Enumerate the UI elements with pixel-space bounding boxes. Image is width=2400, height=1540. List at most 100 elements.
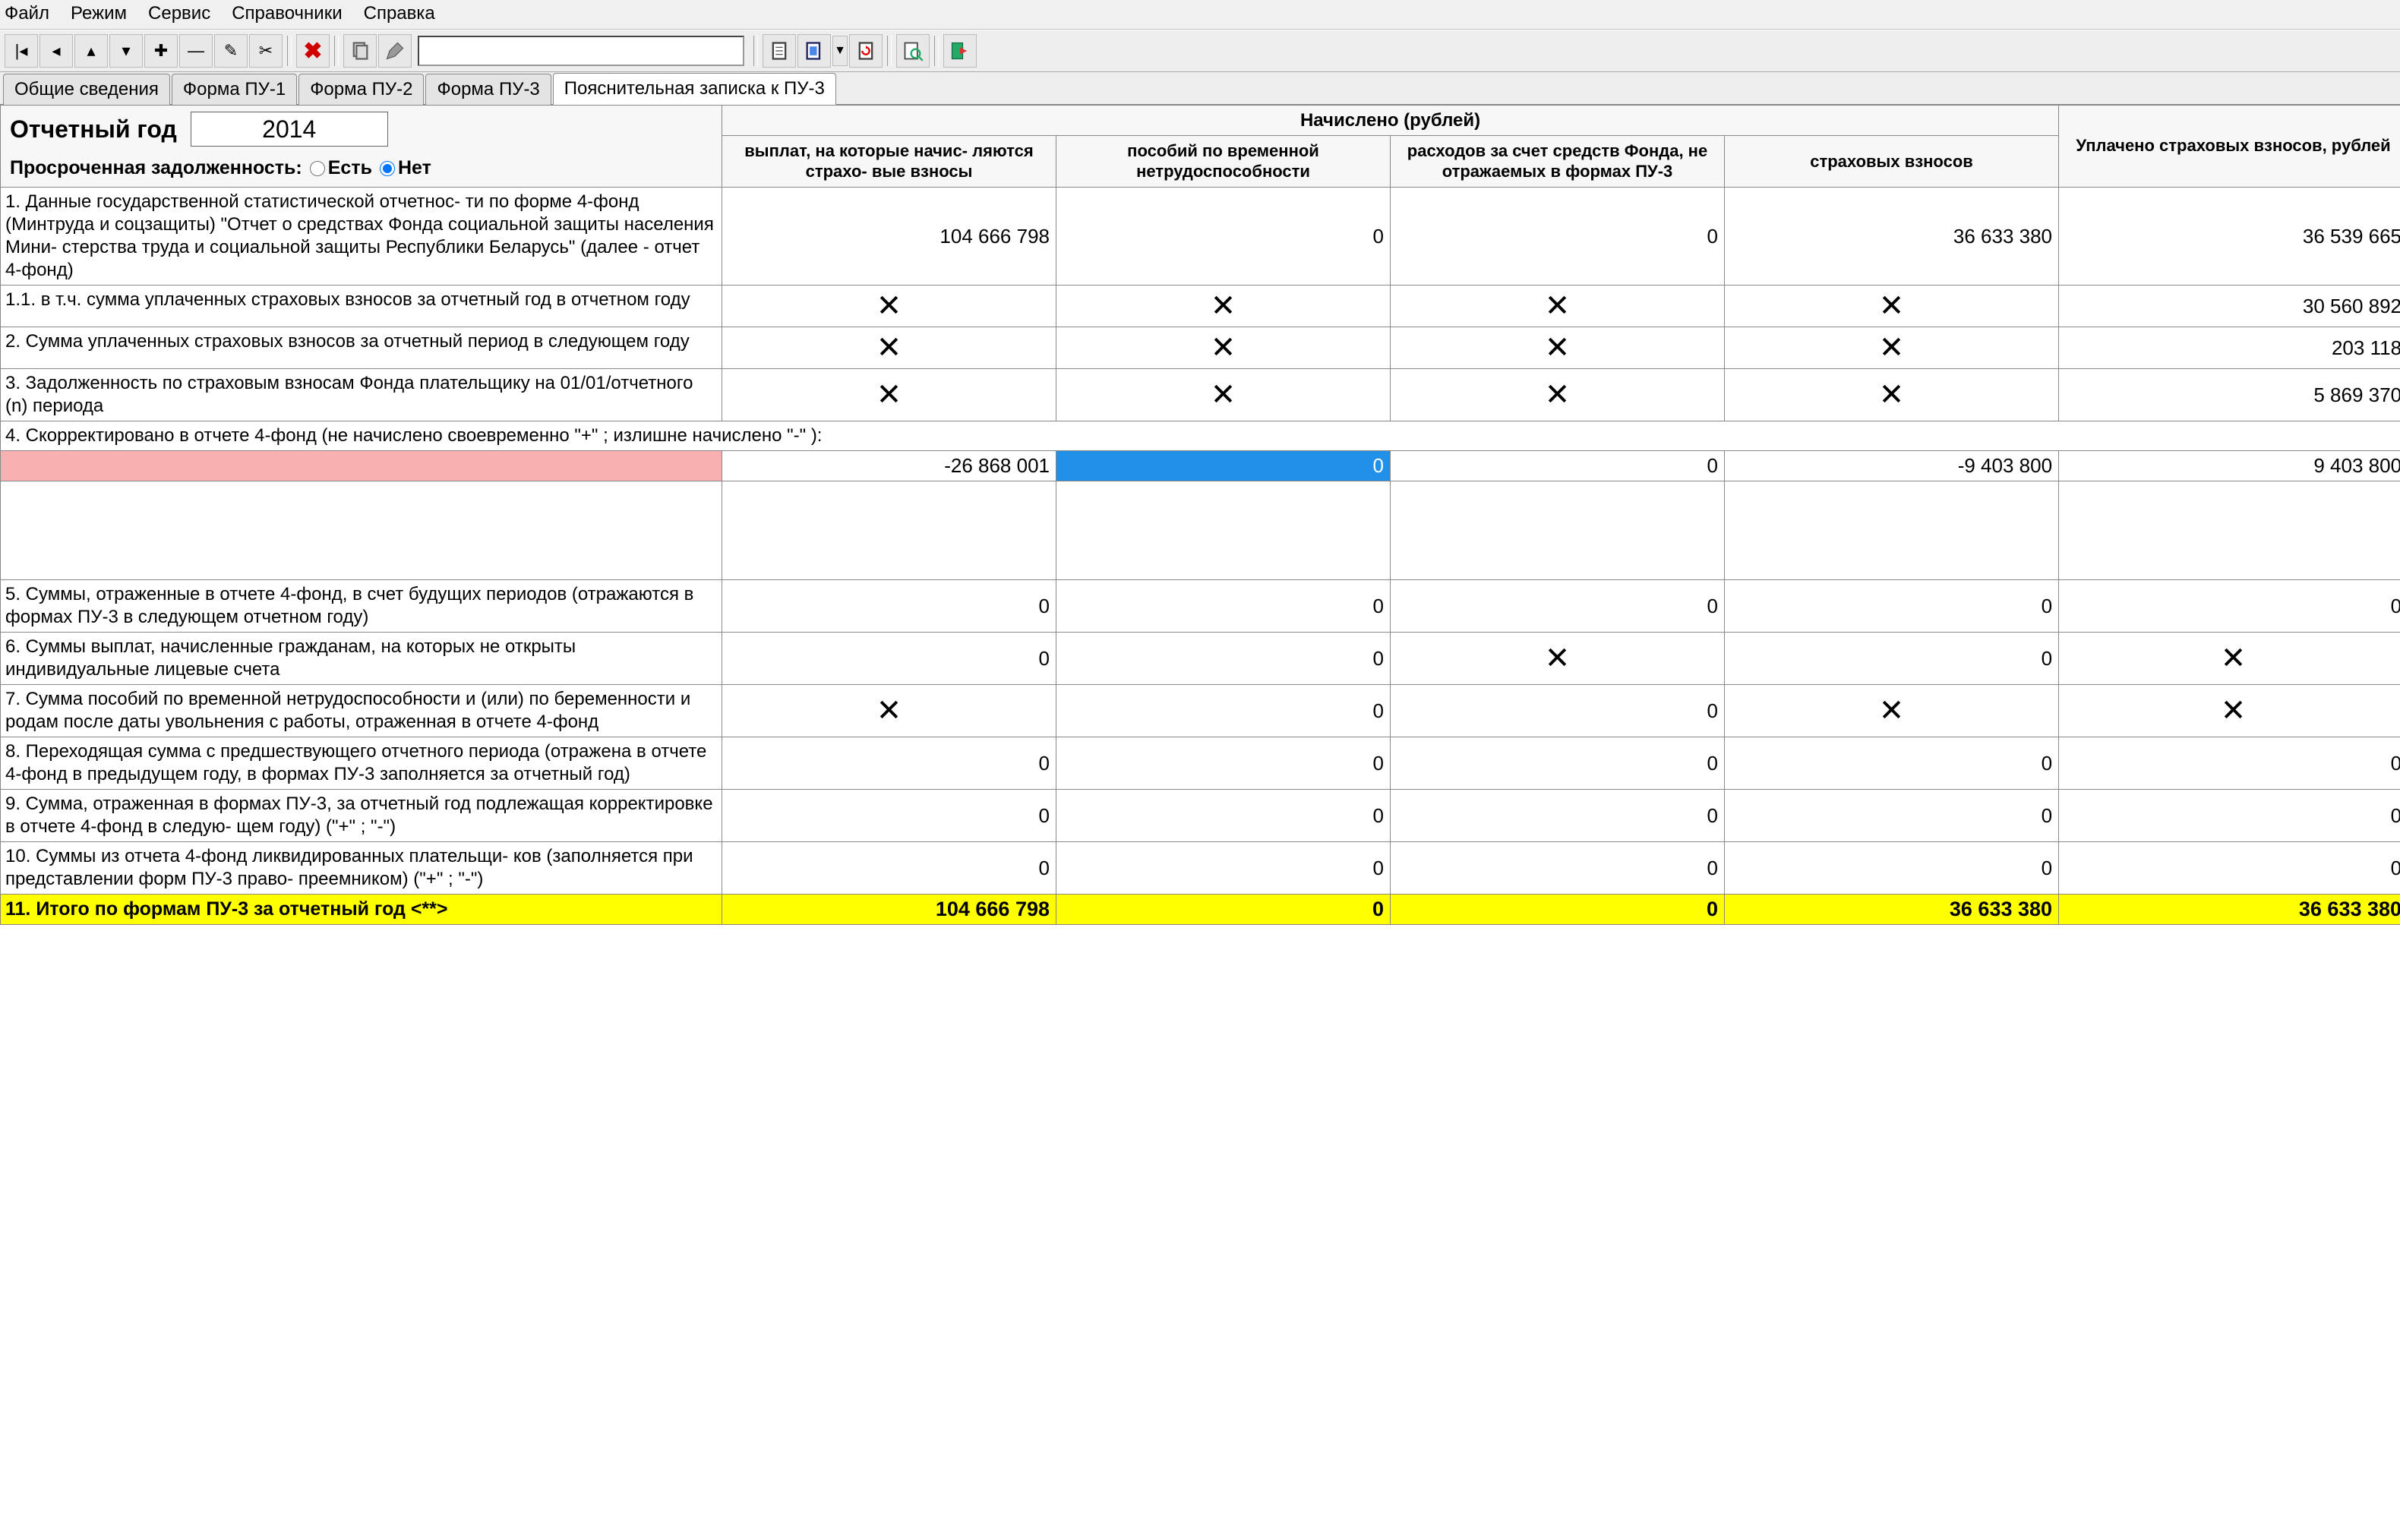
header-accrued: Начислено (рублей) xyxy=(722,106,2059,136)
cell-disabled: ✕ xyxy=(1725,327,2059,369)
cell[interactable]: 0 xyxy=(1391,188,1725,286)
cell[interactable]: 0 xyxy=(2059,790,2400,842)
tab-pu2[interactable]: Форма ПУ-2 xyxy=(298,74,424,105)
menu-dict[interactable]: Справочники xyxy=(232,3,342,24)
year-input[interactable] xyxy=(191,112,388,147)
cell-active[interactable]: 0 xyxy=(1056,451,1391,481)
cell-disabled: ✕ xyxy=(1391,633,1725,685)
cell[interactable]: 0 xyxy=(722,842,1056,895)
tab-general[interactable]: Общие сведения xyxy=(3,74,170,105)
cell[interactable]: 104 666 798 xyxy=(722,188,1056,286)
nav-down-icon[interactable]: ▾ xyxy=(109,34,143,68)
header-c3: расходов за счет средств Фонда, не отраж… xyxy=(1391,136,1725,188)
refresh-icon[interactable] xyxy=(849,34,883,68)
cell[interactable]: 0 xyxy=(1056,580,1391,633)
toolbar-separator xyxy=(753,36,758,66)
row-desc: 8. Переходящая сумма с предшествующего о… xyxy=(1,737,722,790)
menu-help[interactable]: Справка xyxy=(364,3,435,24)
cell[interactable]: 0 xyxy=(1056,685,1391,737)
add-icon[interactable]: ✚ xyxy=(144,34,178,68)
remove-icon[interactable]: — xyxy=(179,34,213,68)
cell[interactable]: 0 xyxy=(1391,451,1725,481)
overdue-no[interactable]: Нет xyxy=(380,157,431,179)
delete-icon[interactable]: ✖ xyxy=(296,34,330,68)
cell-disabled: ✕ xyxy=(722,685,1056,737)
cell[interactable]: 0 xyxy=(1725,580,2059,633)
cell[interactable]: 0 xyxy=(1725,842,2059,895)
toolbar-separator xyxy=(887,36,892,66)
cell[interactable]: 0 xyxy=(1725,737,2059,790)
cell-disabled: ✕ xyxy=(722,286,1056,327)
cell-disabled: ✕ xyxy=(722,327,1056,369)
cell[interactable]: 30 560 892 xyxy=(2059,286,2400,327)
cell[interactable]: 0 xyxy=(2059,580,2400,633)
pen-icon[interactable] xyxy=(378,34,412,68)
menu-file[interactable]: Файл xyxy=(5,3,49,24)
cell[interactable]: 0 xyxy=(722,580,1056,633)
tab-pu3[interactable]: Форма ПУ-3 xyxy=(425,74,551,105)
table-row: 9. Сумма, отраженная в формах ПУ-3, за о… xyxy=(1,790,2400,842)
cell[interactable]: 0 xyxy=(1391,580,1725,633)
cell[interactable]: 0 xyxy=(722,737,1056,790)
nav-up-icon[interactable]: ▴ xyxy=(74,34,108,68)
cell[interactable]: 0 xyxy=(1725,790,2059,842)
cell-highlight-pink[interactable] xyxy=(1,451,722,481)
cell-disabled: ✕ xyxy=(1391,286,1725,327)
menu-mode[interactable]: Режим xyxy=(71,3,127,24)
cell[interactable]: 0 xyxy=(1391,685,1725,737)
cell[interactable]: 36 633 380 xyxy=(1725,188,2059,286)
copy-icon[interactable] xyxy=(343,34,377,68)
cell[interactable]: 0 xyxy=(1056,188,1391,286)
tab-note-pu3[interactable]: Пояснительная записка к ПУ-3 xyxy=(553,73,836,105)
row-desc: 10. Суммы из отчета 4-фонд ликвидированн… xyxy=(1,842,722,895)
cell-disabled: ✕ xyxy=(2059,633,2400,685)
cell[interactable]: 0 xyxy=(1391,737,1725,790)
cell[interactable]: 0 xyxy=(1056,842,1391,895)
menu-service[interactable]: Сервис xyxy=(148,3,210,24)
cell[interactable]: 0 xyxy=(722,633,1056,685)
table-row: 3. Задолженность по страховым взносам Фо… xyxy=(1,369,2400,421)
cell[interactable]: 203 118 xyxy=(2059,327,2400,369)
cell-disabled: ✕ xyxy=(1391,327,1725,369)
header-c4: страховых взносов xyxy=(1725,136,2059,188)
row-desc: 3. Задолженность по страховым взносам Фо… xyxy=(1,369,722,421)
cell[interactable]: 0 xyxy=(1056,737,1391,790)
cell-disabled: ✕ xyxy=(722,369,1056,421)
find-icon[interactable] xyxy=(896,34,930,68)
cell[interactable]: 0 xyxy=(722,790,1056,842)
search-input[interactable] xyxy=(418,36,744,66)
header-c2: пособий по временной нетрудоспособности xyxy=(1056,136,1391,188)
dropdown-icon[interactable]: ▼ xyxy=(832,36,848,66)
nav-prev-icon[interactable]: ◂ xyxy=(39,34,73,68)
cell[interactable]: -9 403 800 xyxy=(1725,451,2059,481)
cut-icon[interactable]: ✂ xyxy=(249,34,283,68)
table-row: 1.1. в т.ч. сумма уплаченных страховых в… xyxy=(1,286,2400,327)
nav-first-icon[interactable]: |◂ xyxy=(5,34,38,68)
cell[interactable]: 9 403 800 xyxy=(2059,451,2400,481)
overdue-label: Просроченная задолженность: xyxy=(10,157,302,179)
table-row: 10. Суммы из отчета 4-фонд ликвидированн… xyxy=(1,842,2400,895)
exit-icon[interactable] xyxy=(943,34,977,68)
tab-pu1[interactable]: Форма ПУ-1 xyxy=(172,74,297,105)
cell[interactable]: -26 868 001 xyxy=(722,451,1056,481)
cell-disabled: ✕ xyxy=(1056,286,1391,327)
preview-icon[interactable] xyxy=(797,34,831,68)
cell[interactable]: 0 xyxy=(2059,842,2400,895)
table-row: 2. Сумма уплаченных страховых взносов за… xyxy=(1,327,2400,369)
toolbar-separator xyxy=(934,36,939,66)
overdue-yes[interactable]: Есть xyxy=(310,157,372,179)
cell[interactable]: 0 xyxy=(1391,790,1725,842)
cell[interactable]: 5 869 370 xyxy=(2059,369,2400,421)
cell[interactable]: 0 xyxy=(1056,790,1391,842)
cell[interactable]: 0 xyxy=(2059,737,2400,790)
cell: 36 633 380 xyxy=(1725,895,2059,925)
cell[interactable]: 0 xyxy=(1391,842,1725,895)
edit-icon[interactable]: ✎ xyxy=(214,34,248,68)
cell[interactable]: 0 xyxy=(1725,633,2059,685)
cell[interactable]: 0 xyxy=(1056,633,1391,685)
row-desc: 1.1. в т.ч. сумма уплаченных страховых в… xyxy=(1,286,722,327)
toolbar: |◂ ◂ ▴ ▾ ✚ — ✎ ✂ ✖ ▼ xyxy=(0,30,2400,72)
document-icon[interactable] xyxy=(763,34,796,68)
cell[interactable]: 36 539 665 xyxy=(2059,188,2400,286)
cell-disabled: ✕ xyxy=(1725,685,2059,737)
